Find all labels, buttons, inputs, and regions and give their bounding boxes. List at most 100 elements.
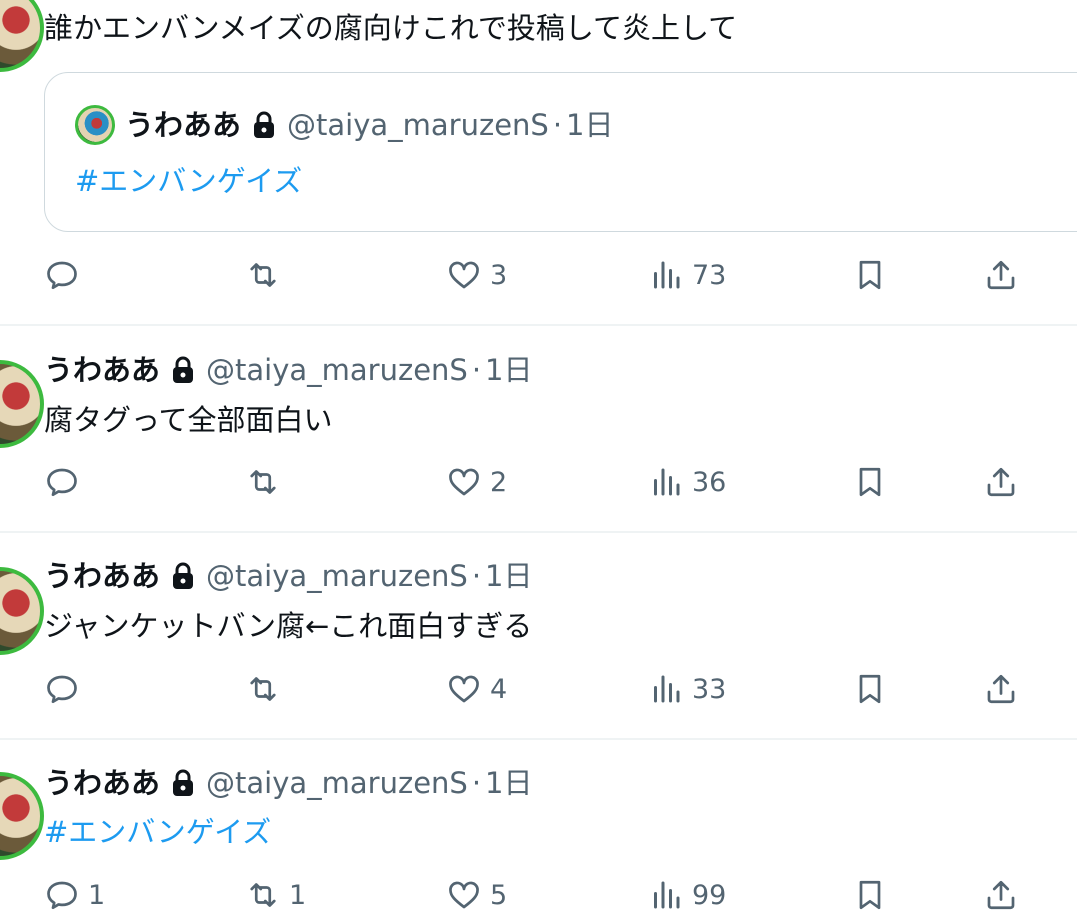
like-button[interactable]: 3 [446,255,507,295]
like-count: 5 [490,879,508,911]
retweet-icon [250,883,276,907]
bookmark-button[interactable] [852,669,888,709]
views-button[interactable]: 99 [648,875,726,915]
view-count: 36 [692,466,727,498]
share-button[interactable] [983,669,1019,709]
hashtag-link[interactable]: #エンバンゲイズ [44,814,271,850]
tweet-header: うわああ @taiya_maruzenS · 1日 [44,765,533,801]
lock-icon [173,562,194,589]
tweet-text: ジャンケットバン腐←これ面白すぎる [44,609,533,643]
view-count: 33 [692,673,727,705]
display-name[interactable]: うわああ [125,107,241,143]
share-icon [987,880,1015,910]
bookmark-button[interactable] [852,255,888,295]
bookmark-button[interactable] [852,875,888,915]
bookmark-button[interactable] [852,462,888,502]
separator-dot: · [471,353,482,387]
reply-button[interactable] [44,462,88,502]
user-handle[interactable]: @taiya_maruzenS [206,558,468,594]
lock-icon [173,769,194,796]
avatar[interactable] [0,772,44,860]
retweet-count: 1 [289,879,307,911]
reply-icon [47,261,77,290]
avatar[interactable] [0,0,44,72]
reply-icon [47,675,77,704]
share-icon [987,260,1015,290]
like-icon [449,468,479,496]
quoted-tweet-card[interactable]: うわああ @taiya_maruzenS · 1日 #エンバンゲイズ [44,72,1077,232]
divider [0,738,1077,740]
tweet-header: うわああ @taiya_maruzenS · 1日 [44,352,533,388]
reply-icon [47,468,77,497]
user-handle[interactable]: @taiya_maruzenS [206,765,468,801]
share-icon [987,674,1015,704]
timestamp[interactable]: 1日 [485,558,532,594]
retweet-icon [250,263,276,287]
display-name[interactable]: うわああ [44,558,160,594]
quoted-avatar[interactable] [75,105,115,145]
hashtag-link[interactable]: #エンバンゲイズ [75,163,302,199]
like-icon [449,261,479,289]
tweet-header: うわああ @taiya_maruzenS · 1日 [44,558,533,594]
view-count: 99 [692,879,727,911]
retweet-button[interactable] [245,669,289,709]
like-icon [449,881,479,909]
display-name[interactable]: うわああ [44,765,160,801]
lock-icon [173,356,194,383]
user-handle[interactable]: @taiya_maruzenS [206,352,468,388]
retweet-button[interactable] [245,255,289,295]
tweet-text: 腐タグって全部面白い [44,403,333,437]
views-button[interactable]: 73 [648,255,726,295]
share-button[interactable] [983,255,1019,295]
avatar[interactable] [0,567,44,655]
views-button[interactable]: 36 [648,462,726,502]
action-bar: 2 36 [0,462,1077,502]
reply-count: 1 [88,879,106,911]
avatar[interactable] [0,360,44,448]
share-icon [987,467,1015,497]
like-count: 2 [490,466,508,498]
like-button[interactable]: 5 [446,875,507,915]
divider [0,531,1077,533]
like-count: 3 [490,259,508,291]
views-icon [654,261,680,289]
action-bar: 3 73 [0,255,1077,295]
reply-icon [47,881,77,910]
retweet-icon [250,470,276,494]
timestamp[interactable]: 1日 [485,765,532,801]
divider [0,324,1077,326]
reply-button[interactable] [44,255,88,295]
views-icon [654,468,680,496]
bookmark-icon [859,880,881,910]
lock-icon [254,111,275,138]
like-button[interactable]: 4 [446,669,507,709]
reply-button[interactable] [44,669,88,709]
timestamp[interactable]: 1日 [566,107,613,143]
like-count: 4 [490,673,508,705]
action-bar: 1 1 5 99 [0,875,1077,915]
retweet-icon [250,677,276,701]
separator-dot: · [471,766,482,800]
share-button[interactable] [983,875,1019,915]
action-bar: 4 33 [0,669,1077,709]
timestamp[interactable]: 1日 [485,352,532,388]
retweet-button[interactable]: 1 [245,875,306,915]
share-button[interactable] [983,462,1019,502]
like-icon [449,675,479,703]
separator-dot: · [471,559,482,593]
user-handle[interactable]: @taiya_maruzenS [287,107,549,143]
bookmark-icon [859,260,881,290]
views-icon [654,675,680,703]
view-count: 73 [692,259,727,291]
like-button[interactable]: 2 [446,462,507,502]
quoted-tweet-header: うわああ @taiya_maruzenS · 1日 [125,107,614,143]
separator-dot: · [552,108,563,142]
bookmark-icon [859,467,881,497]
retweet-button[interactable] [245,462,289,502]
tweet-text: 誰かエンバンメイズの腐向けこれで投稿して炎上して [44,11,738,45]
reply-button[interactable]: 1 [44,875,105,915]
display-name[interactable]: うわああ [44,352,160,388]
bookmark-icon [859,674,881,704]
views-button[interactable]: 33 [648,669,726,709]
views-icon [654,881,680,909]
